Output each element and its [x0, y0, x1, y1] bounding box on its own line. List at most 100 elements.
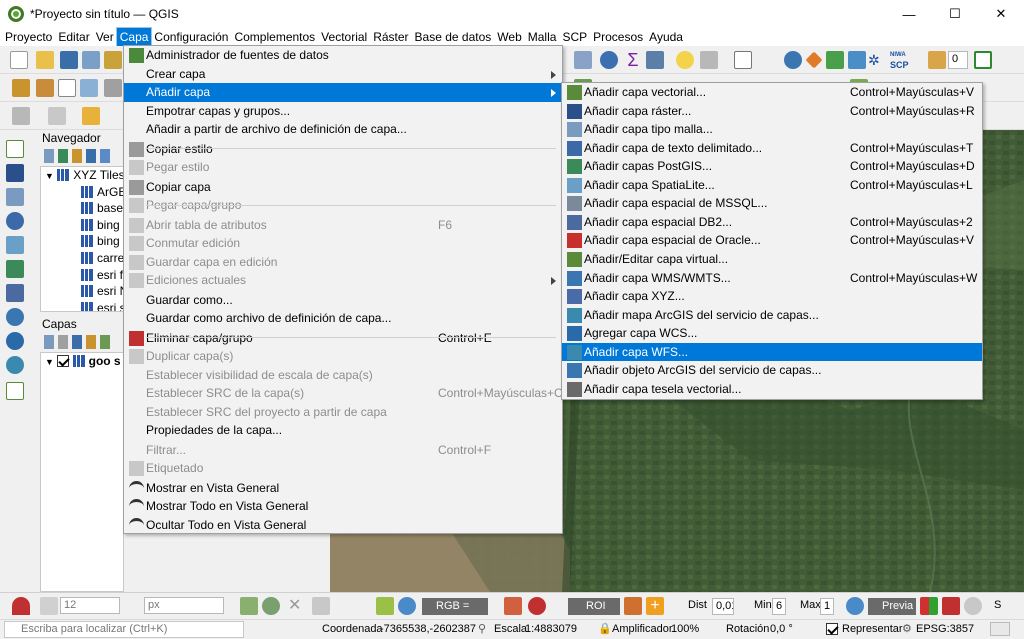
plugin-3-icon[interactable]	[848, 51, 866, 69]
save-project-icon[interactable]	[60, 51, 78, 69]
preview-2-icon[interactable]	[942, 597, 960, 615]
layers-toolbar[interactable]	[44, 335, 124, 349]
plugin-2-icon[interactable]	[826, 51, 844, 69]
scale-value[interactable]: 1:4883079	[525, 623, 577, 635]
menu-base-de-datos[interactable]: Base de datos	[412, 28, 495, 46]
add-postgis-icon[interactable]	[6, 260, 24, 278]
menu-scp[interactable]: SCP	[559, 28, 590, 46]
anadir-submenu-item[interactable]: Añadir capa espacial de MSSQL...	[562, 194, 982, 213]
anadir-submenu-item[interactable]: Añadir objeto ArcGIS del servicio de cap…	[562, 361, 982, 380]
python-icon[interactable]	[784, 51, 802, 69]
bookmark-icon[interactable]	[700, 51, 718, 69]
text-annotation-icon[interactable]	[734, 51, 752, 69]
anadir-submenu-item[interactable]: Añadir capa tesela vectorial...	[562, 380, 982, 399]
capa-menu-item[interactable]: Guardar como...	[124, 291, 562, 310]
scp-rgb-icon[interactable]	[504, 597, 522, 615]
max-input[interactable]: 1	[820, 598, 834, 615]
zoom-icon[interactable]	[398, 597, 416, 615]
anadir-submenu-item[interactable]: Añadir mapa ArcGIS del servicio de capas…	[562, 306, 982, 325]
capa-menu-item[interactable]: Mostrar Todo en Vista General	[124, 497, 562, 516]
anadir-submenu-item[interactable]: Añadir/Editar capa virtual...	[562, 250, 982, 269]
new-project-icon[interactable]	[10, 51, 28, 69]
menu-ayuda[interactable]: Ayuda	[646, 28, 686, 46]
scp-band-icon[interactable]	[928, 51, 946, 69]
magnet-icon[interactable]	[12, 597, 30, 615]
layer-visibility-checkbox[interactable]	[57, 355, 70, 367]
anadir-submenu-item[interactable]: Agregar capa WCS...	[562, 324, 982, 343]
anadir-submenu-item[interactable]: Añadir capa WFS...	[562, 342, 982, 362]
map-tips-icon[interactable]	[676, 51, 694, 69]
capa-menu-item[interactable]: Añadir a partir de archivo de definición…	[124, 120, 562, 139]
preview-field[interactable]: Previa	[868, 598, 916, 615]
snap-tolerance-input[interactable]: 12	[60, 597, 120, 614]
snap-icon[interactable]	[40, 597, 58, 615]
menu-vectorial[interactable]: Vectorial	[318, 28, 370, 46]
add-virtual-icon[interactable]	[6, 382, 24, 400]
select-3-icon[interactable]	[82, 107, 100, 125]
menu-web[interactable]: Web	[494, 28, 524, 46]
rgb-field[interactable]: RGB =	[422, 598, 488, 615]
digitize-icon[interactable]	[12, 79, 30, 97]
min-input[interactable]: 6	[772, 598, 786, 615]
add-roi-icon[interactable]: +	[646, 597, 664, 615]
anadir-submenu-item[interactable]: Añadir capa XYZ...	[562, 287, 982, 306]
pencil-icon[interactable]	[80, 79, 98, 97]
menu-procesos[interactable]: Procesos	[590, 28, 646, 46]
run-icon[interactable]	[974, 51, 992, 69]
add-text-icon[interactable]	[6, 212, 24, 230]
capa-menu-item[interactable]: Crear capa	[124, 65, 562, 84]
plugin-4-icon[interactable]: ✲	[868, 51, 886, 69]
anadir-submenu-item[interactable]: Añadir capa tipo malla...	[562, 120, 982, 139]
capa-menu-item[interactable]: Copiar capa	[124, 178, 562, 197]
anadir-submenu-item[interactable]: Añadir capa ráster... Control+Mayúsculas+…	[562, 102, 982, 121]
tree-item[interactable]: bing	[41, 233, 123, 250]
open-project-icon[interactable]	[36, 51, 54, 69]
coord-value[interactable]: -7365538,-2602387	[380, 623, 476, 635]
capa-menu-item[interactable]: Ocultar Todo en Vista General	[124, 516, 562, 535]
anadir-submenu-item[interactable]: Añadir capa SpatiaLite... Control+Mayúscu…	[562, 176, 982, 195]
capa-menu-item[interactable]: Guardar como archivo de definición de ca…	[124, 309, 562, 328]
save-as-icon[interactable]	[82, 51, 100, 69]
capa-menu-item[interactable]: Administrador de fuentes de datos	[124, 46, 562, 65]
close-button[interactable]: ✕	[978, 0, 1024, 28]
capa-menu-item[interactable]: Empotrar capas y grupos...	[124, 102, 562, 121]
add-wfs-icon[interactable]	[6, 356, 24, 374]
lock-icon[interactable]: 🔒	[598, 622, 612, 635]
redo-icon[interactable]	[964, 597, 982, 615]
minimize-button[interactable]: —	[886, 0, 932, 28]
select-icon[interactable]	[12, 107, 30, 125]
menu-capa[interactable]: Capa	[115, 27, 153, 47]
anadir-submenu-item[interactable]: Añadir capa espacial de Oracle... Control…	[562, 231, 982, 250]
crs-value[interactable]: EPSG:3857	[916, 623, 974, 635]
add-mesh-icon[interactable]	[6, 188, 24, 206]
add-wcs-icon[interactable]	[6, 332, 24, 350]
anadir-submenu-item[interactable]: Añadir capa espacial DB2... Control+Mayús…	[562, 213, 982, 232]
add-vector-icon[interactable]	[6, 140, 24, 158]
menu-complementos[interactable]: Complementos	[231, 28, 318, 46]
tree-item[interactable]: ArGE	[41, 184, 123, 201]
messages-icon[interactable]	[990, 622, 1010, 636]
roi-icon[interactable]	[624, 597, 642, 615]
measure-icon[interactable]	[646, 51, 664, 69]
capa-menu-item[interactable]: Propiedades de la capa...	[124, 421, 562, 440]
navigator-toolbar[interactable]	[44, 149, 124, 163]
band-spinbox[interactable]: 0	[948, 51, 968, 69]
anadir-submenu-item[interactable]: Añadir capa WMS/WMTS... Control+Mayúscula…	[562, 269, 982, 288]
add-spatialite-icon[interactable]	[6, 236, 24, 254]
layer-item[interactable]: ▼ goo s	[41, 353, 123, 370]
settings-gear-icon[interactable]	[600, 51, 618, 69]
render-checkbox[interactable]	[826, 623, 838, 635]
tree-item-xyz[interactable]: ▼ XYZ Tiles	[41, 167, 123, 184]
dist-input[interactable]: 0,01	[712, 598, 734, 615]
tree-item[interactable]: esri N	[41, 283, 123, 300]
new-print-layout-icon[interactable]	[104, 51, 122, 69]
scp-tool-icon[interactable]	[262, 597, 280, 615]
scp-badge[interactable]: SCP	[890, 60, 909, 70]
tree-item[interactable]: carre	[41, 250, 123, 267]
add-vertex-icon[interactable]	[58, 79, 76, 97]
preview-zoom-icon[interactable]	[846, 597, 864, 615]
roi-field[interactable]: ROI	[568, 598, 620, 615]
edit-icon[interactable]	[36, 79, 54, 97]
anadir-submenu-item[interactable]: Añadir capa de texto delimitado... Contro…	[562, 139, 982, 158]
capa-menu-item[interactable]: Mostrar en Vista General	[124, 479, 562, 498]
